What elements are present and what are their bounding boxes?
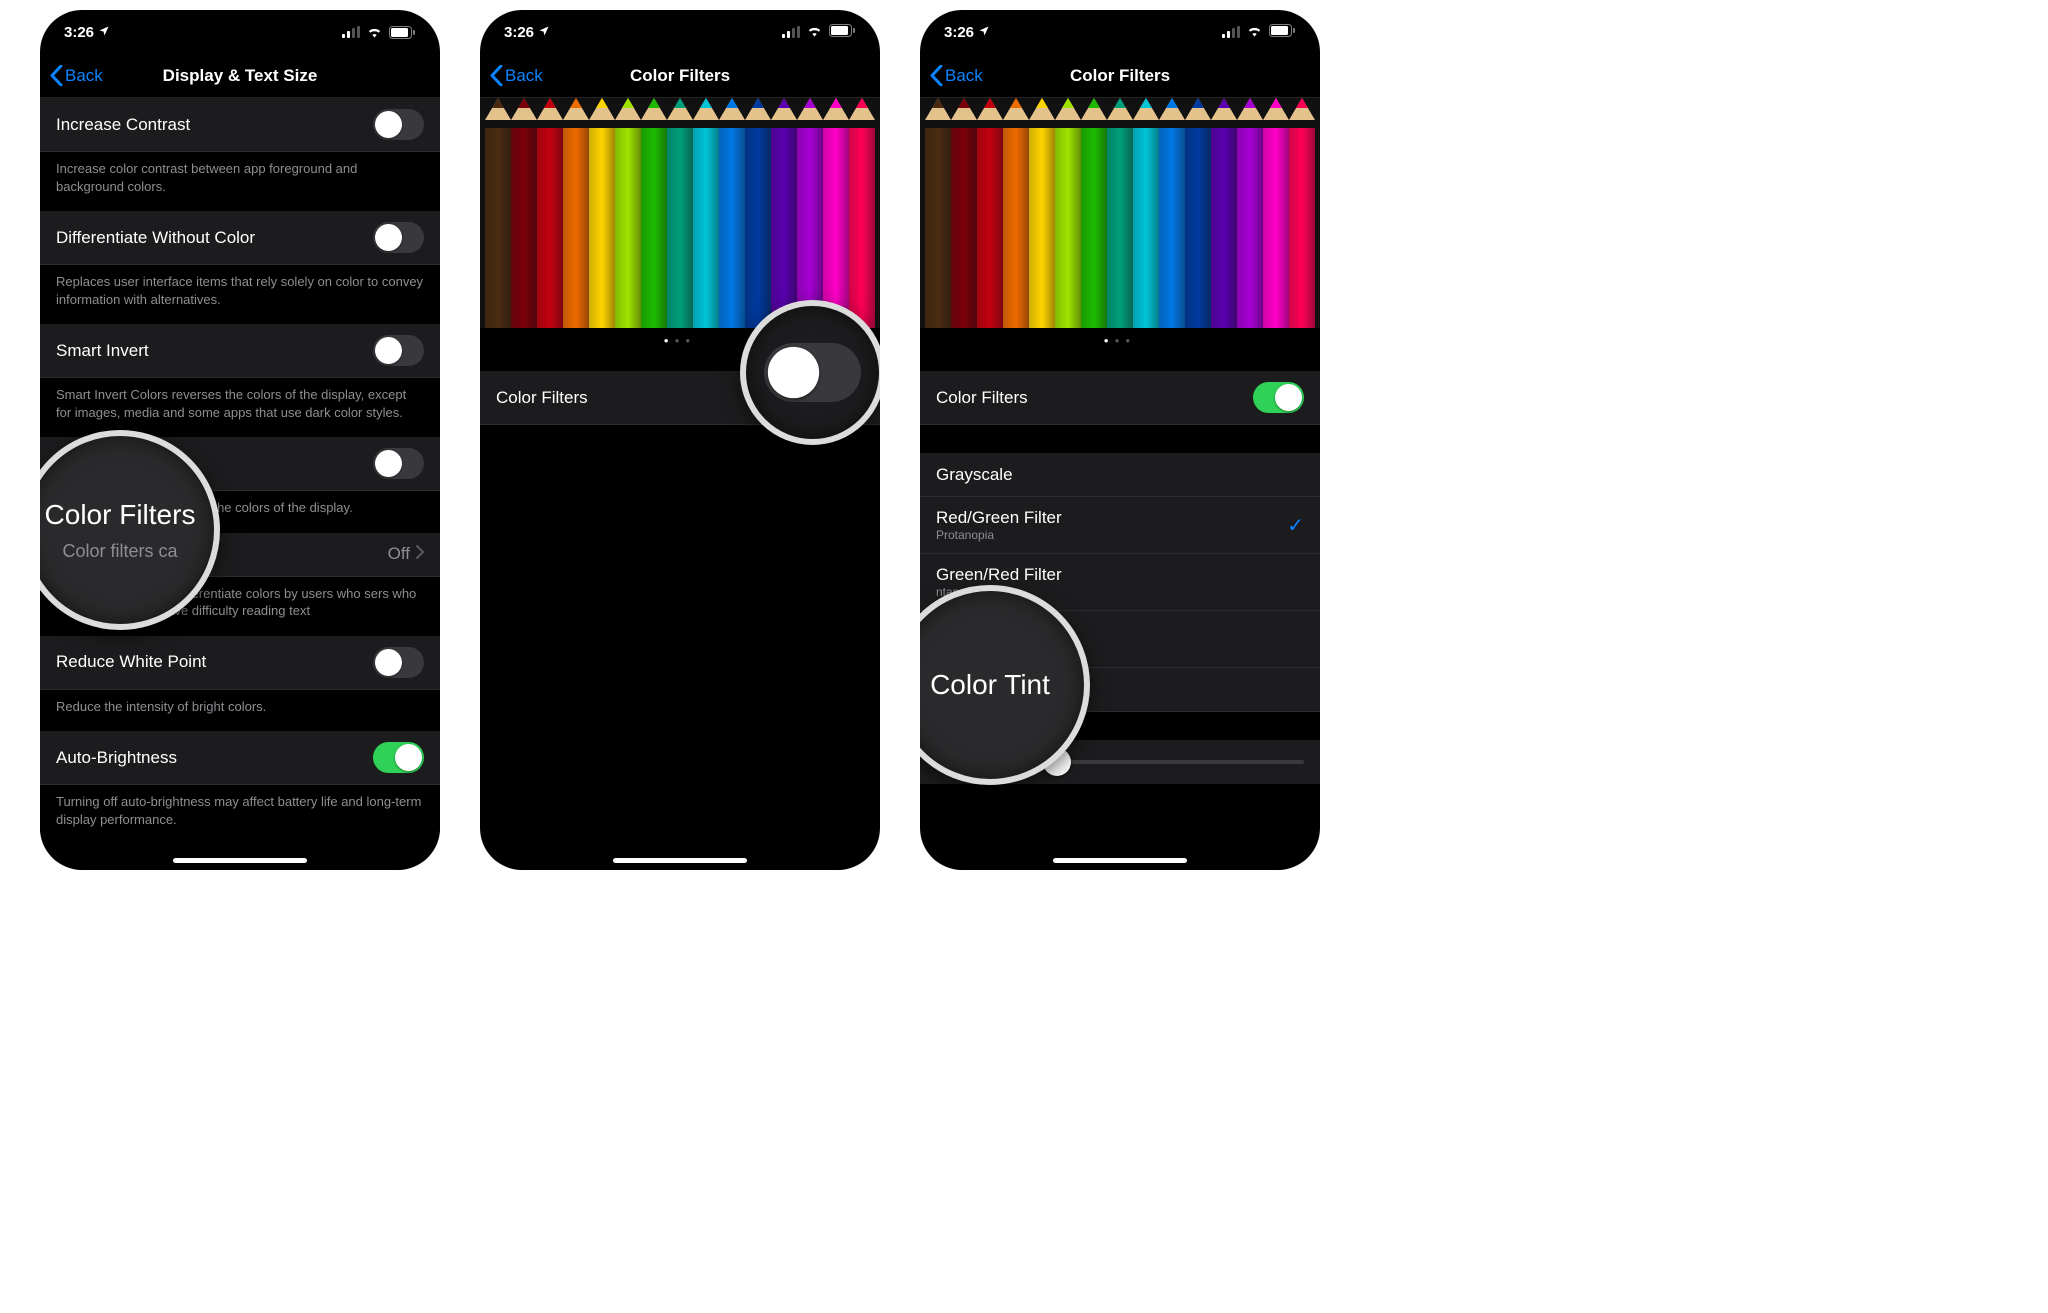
- nav-title: Color Filters: [1070, 66, 1170, 86]
- nav-bar: Back Color Filters: [480, 54, 880, 98]
- battery-icon: [389, 26, 416, 39]
- row-auto-brightness[interactable]: Auto-Brightness: [40, 731, 440, 785]
- option-red-green[interactable]: Red/Green Filter Protanopia ✓: [920, 497, 1320, 554]
- cellular-icon: [342, 26, 360, 38]
- checkmark-icon: ✓: [1287, 513, 1304, 538]
- toggle-increase-contrast[interactable]: [373, 109, 424, 140]
- status-bar: 3:26: [920, 10, 1320, 54]
- pencils-preview[interactable]: [480, 98, 880, 328]
- wifi-icon: [806, 24, 823, 41]
- location-icon: [98, 24, 110, 41]
- wifi-icon: [366, 26, 383, 38]
- toggle-magnified: [764, 343, 861, 402]
- toggle-auto-brightness[interactable]: [373, 742, 424, 773]
- location-icon: [538, 24, 550, 41]
- toggle-reduce-white-point[interactable]: [373, 647, 424, 678]
- desc-increase-contrast: Increase color contrast between app fore…: [40, 152, 440, 211]
- desc-smart-invert: Smart Invert Colors reverses the colors …: [40, 378, 440, 437]
- toggle-smart-invert[interactable]: [373, 335, 424, 366]
- nav-bar: Back Display & Text Size: [40, 54, 440, 98]
- status-time: 3:26: [64, 24, 94, 41]
- nav-title: Display & Text Size: [163, 66, 318, 86]
- screen-display-text-size: 3:26 Back Display & Text Size Increase C…: [40, 10, 440, 870]
- back-button[interactable]: Back: [50, 65, 103, 86]
- row-color-filters-toggle[interactable]: Color Filters: [920, 371, 1320, 425]
- home-indicator[interactable]: [173, 858, 307, 863]
- home-indicator[interactable]: [1053, 858, 1187, 863]
- nav-bar: Back Color Filters: [920, 54, 1320, 98]
- color-filters-value: Off: [388, 544, 410, 564]
- page-indicator: ●●●: [920, 328, 1320, 353]
- option-grayscale[interactable]: Grayscale: [920, 453, 1320, 497]
- toggle-color-filters[interactable]: [1253, 382, 1304, 413]
- battery-icon: [1269, 24, 1296, 41]
- row-increase-contrast[interactable]: Increase Contrast: [40, 98, 440, 152]
- status-bar: 3:26: [480, 10, 880, 54]
- back-button[interactable]: Back: [490, 65, 543, 86]
- chevron-right-icon: [416, 544, 424, 564]
- cellular-icon: [1222, 26, 1240, 38]
- location-icon: [978, 24, 990, 41]
- home-indicator[interactable]: [613, 858, 747, 863]
- row-smart-invert[interactable]: Smart Invert: [40, 324, 440, 378]
- row-reduce-white-point[interactable]: Reduce White Point: [40, 636, 440, 690]
- desc-reduce-white-point: Reduce the intensity of bright colors.: [40, 690, 440, 732]
- desc-auto-brightness: Turning off auto-brightness may affect b…: [40, 785, 440, 844]
- toggle-diff-without-color[interactable]: [373, 222, 424, 253]
- cellular-icon: [782, 26, 800, 38]
- nav-title: Color Filters: [630, 66, 730, 86]
- wifi-icon: [1246, 24, 1263, 41]
- screen-color-filters-on: 3:26 Back Color Filters ●●● Color Filter…: [920, 10, 1320, 870]
- callout-toggle: [740, 300, 880, 445]
- battery-icon: [829, 24, 856, 41]
- status-bar: 3:26: [40, 10, 440, 54]
- row-diff-without-color[interactable]: Differentiate Without Color: [40, 211, 440, 265]
- toggle-classic-invert[interactable]: [373, 448, 424, 479]
- back-button[interactable]: Back: [930, 65, 983, 86]
- desc-diff-without-color: Replaces user interface items that rely …: [40, 265, 440, 324]
- screen-color-filters-off: 3:26 Back Color Filters ●●● Color Filter…: [480, 10, 880, 870]
- pencils-preview[interactable]: [920, 98, 1320, 328]
